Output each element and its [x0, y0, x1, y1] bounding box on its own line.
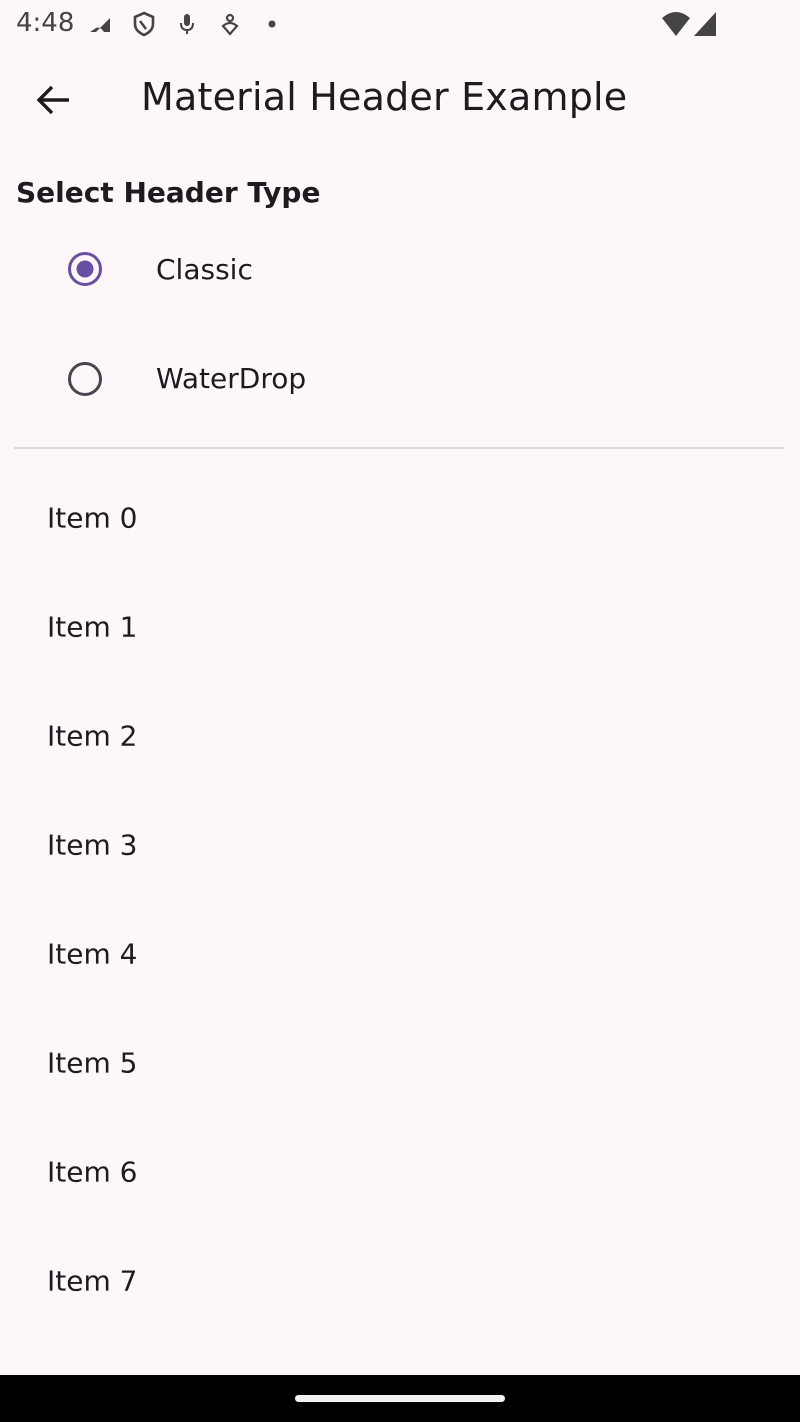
- list-item-label: Item 4: [47, 937, 138, 970]
- pin-icon: [221, 13, 239, 36]
- list-item[interactable]: Item 1: [0, 572, 800, 681]
- list-item[interactable]: Item 2: [0, 681, 800, 790]
- radio-label-classic: Classic: [156, 253, 253, 286]
- mic-icon: [180, 14, 194, 34]
- dot-icon: [268, 20, 276, 28]
- list-item-label: Item 3: [47, 828, 138, 861]
- list-item-label: Item 5: [47, 1046, 138, 1079]
- list-item-label: Item 7: [47, 1264, 138, 1297]
- status-time: 4:48: [16, 8, 75, 38]
- shield-icon: [133, 11, 155, 37]
- radio-selected-icon[interactable]: [67, 251, 103, 287]
- list-item[interactable]: Item 7: [0, 1226, 800, 1335]
- data-saver-icon: [90, 18, 110, 32]
- radio-unselected-icon[interactable]: [67, 361, 103, 397]
- radio-option-classic[interactable]: Classic: [0, 215, 800, 323]
- status-bar: 4:48: [0, 0, 800, 48]
- divider: [14, 447, 784, 449]
- list-item[interactable]: Item 3: [0, 790, 800, 899]
- page-title: Material Header Example: [141, 75, 628, 119]
- navigation-bar: [0, 1375, 800, 1422]
- app-bar: Material Header Example: [0, 48, 800, 152]
- signal-icon: [694, 12, 716, 36]
- list-item-label: Item 2: [47, 719, 138, 752]
- list-item-label: Item 6: [47, 1155, 138, 1188]
- section-title: Select Header Type: [16, 176, 321, 209]
- list-item[interactable]: Item 6: [0, 1117, 800, 1226]
- back-button[interactable]: [22, 68, 86, 132]
- app-screen: 4:48 Material Header Example Select Head…: [0, 0, 800, 1422]
- list-item-label: Item 0: [47, 501, 138, 534]
- wifi-icon: [662, 12, 690, 36]
- home-gesture-handle[interactable]: [295, 1395, 505, 1402]
- arrow-back-icon: [37, 85, 69, 115]
- list-item[interactable]: Item 5: [0, 1008, 800, 1117]
- list-item-label: Item 1: [47, 610, 138, 643]
- radio-label-waterdrop: WaterDrop: [156, 362, 307, 395]
- radio-option-waterdrop[interactable]: WaterDrop: [0, 324, 800, 432]
- list-item[interactable]: Item 4: [0, 899, 800, 1008]
- list-item[interactable]: Item 0: [0, 463, 800, 572]
